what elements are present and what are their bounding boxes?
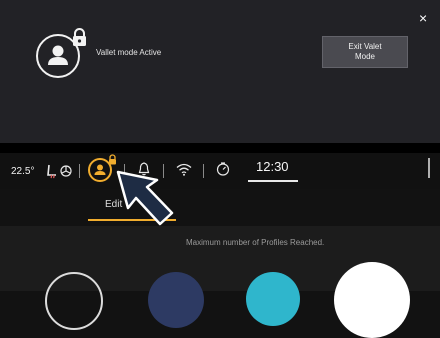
heated-seat-icon[interactable] (45, 164, 58, 180)
profile-circle[interactable] (334, 262, 410, 338)
pointer-cursor-icon (116, 170, 174, 226)
status-bar-edge (428, 158, 430, 178)
separator (79, 164, 80, 178)
wifi-icon[interactable] (176, 163, 192, 176)
separator (203, 164, 204, 178)
max-profiles-message: Maximum number of Profiles Reached. (186, 238, 325, 247)
close-icon[interactable]: × (419, 11, 427, 25)
profile-lock-icon (109, 154, 116, 165)
exit-valet-mode-button[interactable]: Exit Valet Mode (322, 36, 408, 68)
lock-icon (73, 28, 86, 46)
temperature-readout[interactable]: 22.5° (11, 166, 34, 177)
dial-icon[interactable] (216, 162, 230, 176)
valet-mode-popup: Vallet mode Active Exit Valet Mode × (0, 0, 440, 143)
profile-circle[interactable] (246, 272, 300, 326)
profile-circle[interactable] (148, 272, 204, 328)
valet-mode-message: Vallet mode Active (96, 48, 162, 57)
popup-divider (0, 143, 440, 153)
fan-icon[interactable] (60, 165, 72, 177)
clock-underline (248, 180, 298, 182)
clock[interactable]: 12:30 (256, 159, 289, 174)
profile-circle[interactable] (45, 272, 103, 330)
